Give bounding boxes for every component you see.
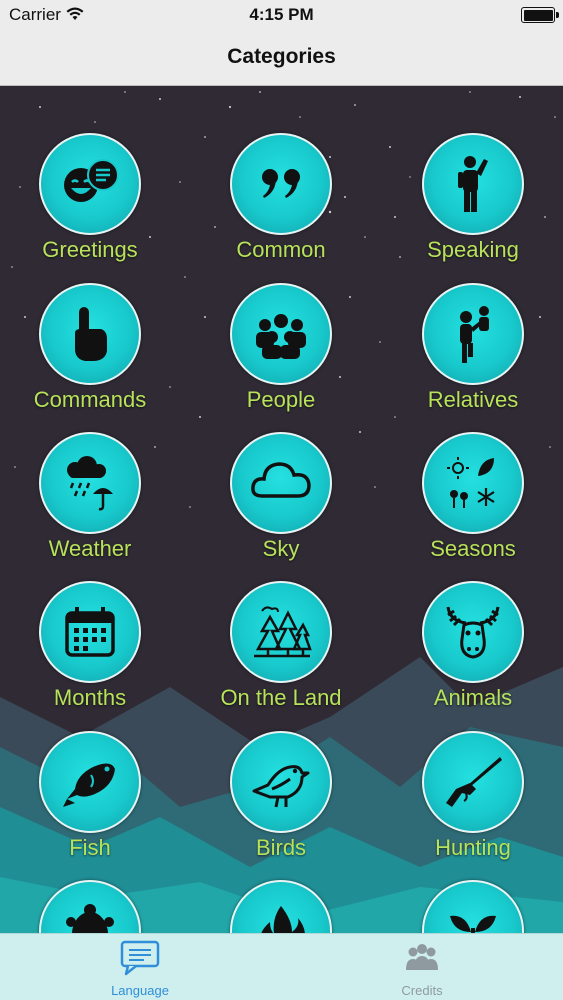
bird-icon <box>230 731 332 833</box>
category-label: Common <box>236 237 326 262</box>
fish-icon <box>39 731 141 833</box>
category-label: Hunting <box>435 835 511 860</box>
battery-icon <box>521 7 559 23</box>
category-label: Animals <box>433 685 513 710</box>
category-birds[interactable]: Birds <box>201 731 361 871</box>
category-label: People <box>246 387 316 412</box>
category-label: Birds <box>255 835 307 860</box>
category-label: Months <box>53 685 127 710</box>
category-greetings[interactable]: Greetings <box>10 133 170 273</box>
tab-credits[interactable]: Credits <box>352 934 492 1000</box>
category-hunting[interactable]: Hunting <box>393 731 553 871</box>
status-bar: Carrier 4:15 PM <box>0 0 563 30</box>
category-fish[interactable]: Fish <box>10 731 170 871</box>
chat-bubble-icon <box>120 940 160 976</box>
speaking-person-icon <box>422 133 524 235</box>
tab-bar: Language Credits <box>0 933 563 1000</box>
navigation-bar: Categories <box>0 30 563 86</box>
category-animals[interactable]: Animals <box>393 581 553 721</box>
seasons-icon <box>422 432 524 534</box>
greetings-icon <box>39 133 141 235</box>
category-label: Fish <box>69 835 111 860</box>
tab-language-label: Language <box>111 983 169 998</box>
category-seasons[interactable]: Seasons <box>393 432 553 572</box>
sprout-icon <box>422 880 524 933</box>
clock: 4:15 PM <box>249 5 314 24</box>
category-fire[interactable] <box>201 880 361 933</box>
fire-icon <box>230 880 332 933</box>
category-label: On the Land <box>220 685 342 710</box>
moose-icon <box>422 581 524 683</box>
cloud-icon <box>230 432 332 534</box>
category-on-the-land[interactable]: On the Land <box>201 581 361 721</box>
pointing-hand-icon <box>39 283 141 385</box>
category-label: Sky <box>262 536 300 561</box>
category-weather[interactable]: Weather <box>10 432 170 572</box>
quote-icon <box>230 133 332 235</box>
people-group-icon <box>230 283 332 385</box>
category-speaking[interactable]: Speaking <box>393 133 553 273</box>
category-label: Greetings <box>42 237 138 262</box>
category-sky[interactable]: Sky <box>201 432 361 572</box>
calendar-icon <box>39 581 141 683</box>
category-turtle[interactable] <box>10 880 170 933</box>
category-label: Seasons <box>430 536 516 561</box>
forest-icon <box>230 581 332 683</box>
parent-child-icon <box>422 283 524 385</box>
page-title: Categories <box>227 45 336 68</box>
category-common[interactable]: Common <box>201 133 361 273</box>
rain-umbrella-icon <box>39 432 141 534</box>
category-grid[interactable]: Greetings Common Speaking Commands Peopl… <box>0 87 563 933</box>
category-label: Relatives <box>427 387 519 412</box>
category-people[interactable]: People <box>201 283 361 423</box>
category-commands[interactable]: Commands <box>10 283 170 423</box>
category-label: Weather <box>48 536 132 561</box>
category-label: Speaking <box>427 237 519 262</box>
category-sprout[interactable] <box>393 880 553 933</box>
turtle-icon <box>39 880 141 933</box>
tab-credits-label: Credits <box>401 983 443 998</box>
people-icon <box>406 944 438 970</box>
category-months[interactable]: Months <box>10 581 170 721</box>
rifle-icon <box>422 731 524 833</box>
category-relatives[interactable]: Relatives <box>393 283 553 423</box>
tab-language[interactable]: Language <box>70 934 210 1000</box>
category-label: Commands <box>33 387 147 412</box>
